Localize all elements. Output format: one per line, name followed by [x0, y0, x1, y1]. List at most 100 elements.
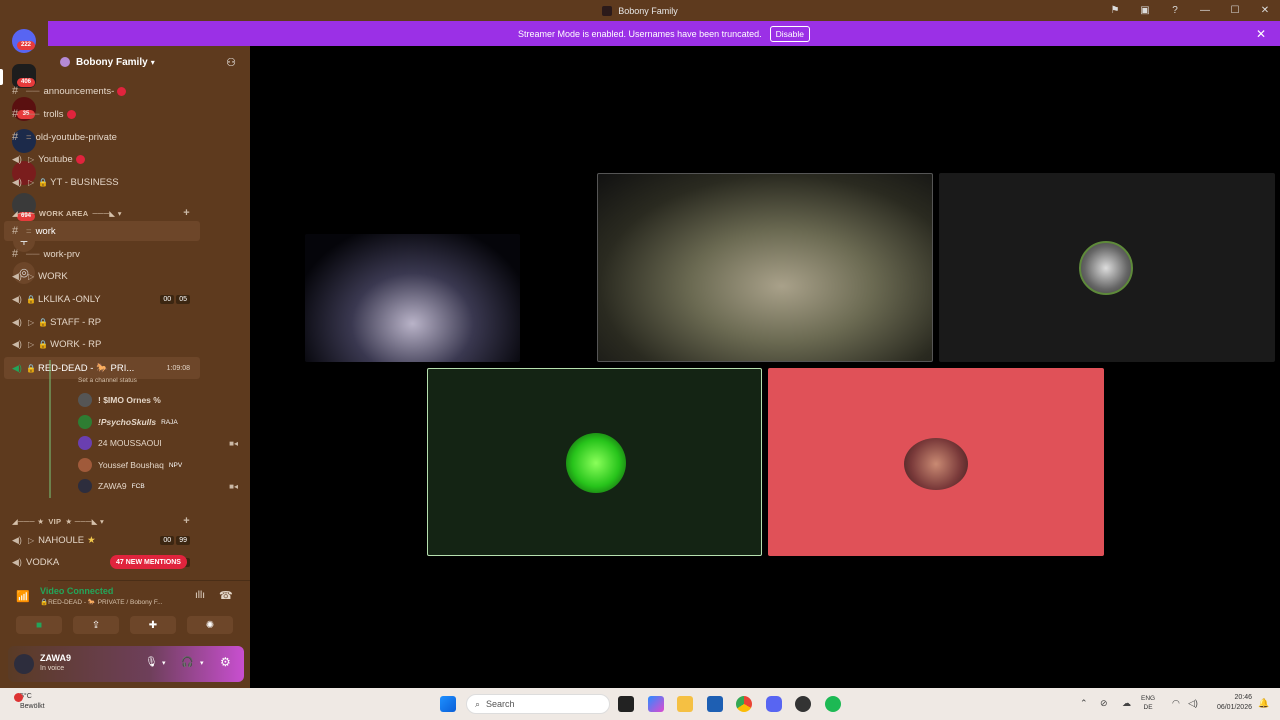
- member-name: ! $IMO Ornes %: [98, 395, 161, 405]
- channel-work[interactable]: # = work: [4, 221, 200, 241]
- avatar: [78, 436, 92, 450]
- close-banner-icon[interactable]: ✕: [1256, 27, 1266, 41]
- task-view-icon[interactable]: [618, 696, 634, 712]
- activities-button[interactable]: ✚: [130, 616, 176, 634]
- language-indicator[interactable]: ENG DE: [1141, 694, 1155, 712]
- member-tag: RAJA: [161, 418, 178, 426]
- member-name: !PsychoSkulls: [98, 417, 157, 427]
- search-input[interactable]: ⌕ Search: [466, 694, 610, 714]
- username[interactable]: ZAWA9: [40, 653, 71, 663]
- video-tile[interactable]: [768, 368, 1104, 556]
- set-status-link[interactable]: Set a channel status: [78, 377, 137, 384]
- new-mentions-pill[interactable]: 47 NEW MENTIONS: [110, 555, 187, 569]
- camera-button[interactable]: ■: [16, 616, 62, 634]
- spotify-icon[interactable]: [825, 696, 841, 712]
- channel-old-youtube[interactable]: # = old-youtube-private: [4, 127, 200, 147]
- lock-icon: 🔒: [26, 363, 36, 373]
- video-tile[interactable]: [427, 368, 762, 556]
- voice-status[interactable]: Video Connected: [40, 586, 113, 596]
- file-explorer-icon[interactable]: [677, 696, 693, 712]
- cloud-icon[interactable]: ☁: [1122, 698, 1131, 709]
- headphones-icon[interactable]: 🎧: [181, 657, 193, 668]
- voice-member[interactable]: ZAWA9 FCB ■◂: [78, 477, 244, 495]
- network-icon[interactable]: ⊘: [1100, 698, 1108, 709]
- channel-lklika[interactable]: ◀) 🔒 LKLIKA -ONLY 00 05: [4, 289, 200, 309]
- volume-icon[interactable]: ◁): [1188, 698, 1198, 709]
- channel-label: Youtube: [38, 153, 73, 165]
- window-title: Bobony Family: [618, 5, 678, 16]
- settings-gear-icon[interactable]: ⚙: [220, 655, 231, 669]
- discord-icon[interactable]: [766, 696, 782, 712]
- member-name: 24 MOUSSAOUI: [98, 438, 162, 448]
- add-channel-icon[interactable]: +: [183, 515, 190, 527]
- invite-icon[interactable]: ⚇: [226, 56, 236, 69]
- video-tile[interactable]: [939, 173, 1275, 362]
- copilot-icon[interactable]: [648, 696, 664, 712]
- channel-youtube[interactable]: ◀) ▷ Youtube: [4, 149, 200, 169]
- screen-icon[interactable]: ▣: [1130, 5, 1160, 16]
- app-icon: [602, 5, 613, 16]
- disconnect-icon[interactable]: ☎: [219, 589, 233, 602]
- voice-connection-line: [49, 360, 51, 498]
- guild-icon: [60, 57, 70, 67]
- home-badge: 222: [17, 41, 35, 50]
- speaker-icon: ◀): [12, 293, 22, 304]
- channel-red-dead[interactable]: ◀) 🔒 RED-DEAD - 🐎 PRI... 1:09:08: [4, 357, 200, 379]
- channel-announcements[interactable]: # ── announcements-: [4, 81, 200, 101]
- microphone-icon[interactable]: 🎙: [145, 657, 158, 668]
- chrome-icon[interactable]: [736, 696, 752, 712]
- user-count: 00: [160, 535, 175, 545]
- lock-icon: 🔒: [26, 294, 36, 304]
- channel-yt-business[interactable]: ◀) ▷ 🔒 YT - BUSINESS: [4, 172, 200, 192]
- video-tile-active[interactable]: [597, 173, 933, 362]
- inbox-icon[interactable]: ⚑: [1100, 5, 1130, 16]
- wifi-icon[interactable]: ◠: [1172, 698, 1180, 709]
- guild-header[interactable]: Bobony Family ▾ ⚇: [48, 46, 250, 78]
- help-icon[interactable]: ?: [1160, 5, 1190, 16]
- channel-nahoule[interactable]: ◀) ▷ NAHOULE ★ 00 99: [4, 530, 200, 550]
- voice-member[interactable]: ! $IMO Ornes %: [78, 391, 244, 409]
- add-channel-icon[interactable]: +: [183, 207, 190, 219]
- notification-bell-icon[interactable]: 🔔: [1258, 698, 1269, 709]
- chevron-up-icon[interactable]: ⌃: [1080, 698, 1088, 709]
- maximize-button[interactable]: ☐: [1220, 5, 1250, 16]
- member-name: Youssef Boushaq: [98, 460, 164, 470]
- category-work-area[interactable]: ◢─── WORK AREA ───◣ ▾ +: [12, 206, 200, 220]
- app-icon[interactable]: [795, 696, 811, 712]
- chevron-down-icon[interactable]: ▾: [200, 659, 204, 667]
- channel-label: old-youtube-private: [35, 131, 117, 143]
- channel-work-rp[interactable]: ◀) ▷ 🔒 WORK - RP: [4, 334, 200, 354]
- store-icon[interactable]: [707, 696, 723, 712]
- weather-widget[interactable]: 5°C Bewölkt: [20, 692, 45, 712]
- channel-label: YT - BUSINESS: [50, 176, 119, 188]
- close-window-button[interactable]: ✕: [1250, 5, 1280, 16]
- channel-work-voice[interactable]: ◀) ▷ WORK: [4, 266, 200, 286]
- voice-channel-name[interactable]: 🔒RED-DEAD - 🐎 PRIVATE / Bobony F...: [40, 598, 190, 606]
- category-line: ───◣ ▾: [92, 208, 122, 218]
- disable-button[interactable]: Disable: [769, 25, 810, 42]
- avatar[interactable]: [14, 654, 34, 674]
- taskbar: [0, 688, 1280, 720]
- voice-member[interactable]: Youssef Boushaq NPV: [78, 456, 244, 474]
- screen-share-button[interactable]: ⇪: [73, 616, 119, 634]
- chevron-down-icon: ▾: [150, 57, 155, 67]
- video-tile[interactable]: [305, 234, 520, 362]
- signal-icon[interactable]: 📶: [16, 590, 30, 603]
- channel-work-prv[interactable]: # ── work-prv: [4, 244, 200, 264]
- chevron-down-icon[interactable]: ▾: [162, 659, 166, 667]
- category-vip[interactable]: ◢─── ★ VIP ★ ───◣ ▾ +: [12, 514, 200, 528]
- clock[interactable]: 20:46 06/01/2026: [1217, 693, 1252, 713]
- channel-label: NAHOULE: [38, 534, 85, 546]
- minimize-button[interactable]: —: [1190, 5, 1220, 16]
- voice-member[interactable]: 24 MOUSSAOUI ■◂: [78, 434, 244, 452]
- avatar: [566, 433, 626, 493]
- channel-trolls[interactable]: # ── trolls: [4, 104, 200, 124]
- voice-timer: 1:09:08: [166, 364, 190, 372]
- channel-staff-rp[interactable]: ◀) ▷ 🔒 STAFF - RP: [4, 312, 200, 332]
- start-icon[interactable]: [440, 696, 456, 712]
- noise-suppression-icon[interactable]: ıllı: [195, 590, 205, 601]
- member-tag: FCB: [131, 482, 145, 490]
- weather-icon: [14, 693, 23, 702]
- soundboard-button[interactable]: ✺: [187, 616, 233, 634]
- voice-member[interactable]: !PsychoSkulls RAJA: [78, 413, 244, 431]
